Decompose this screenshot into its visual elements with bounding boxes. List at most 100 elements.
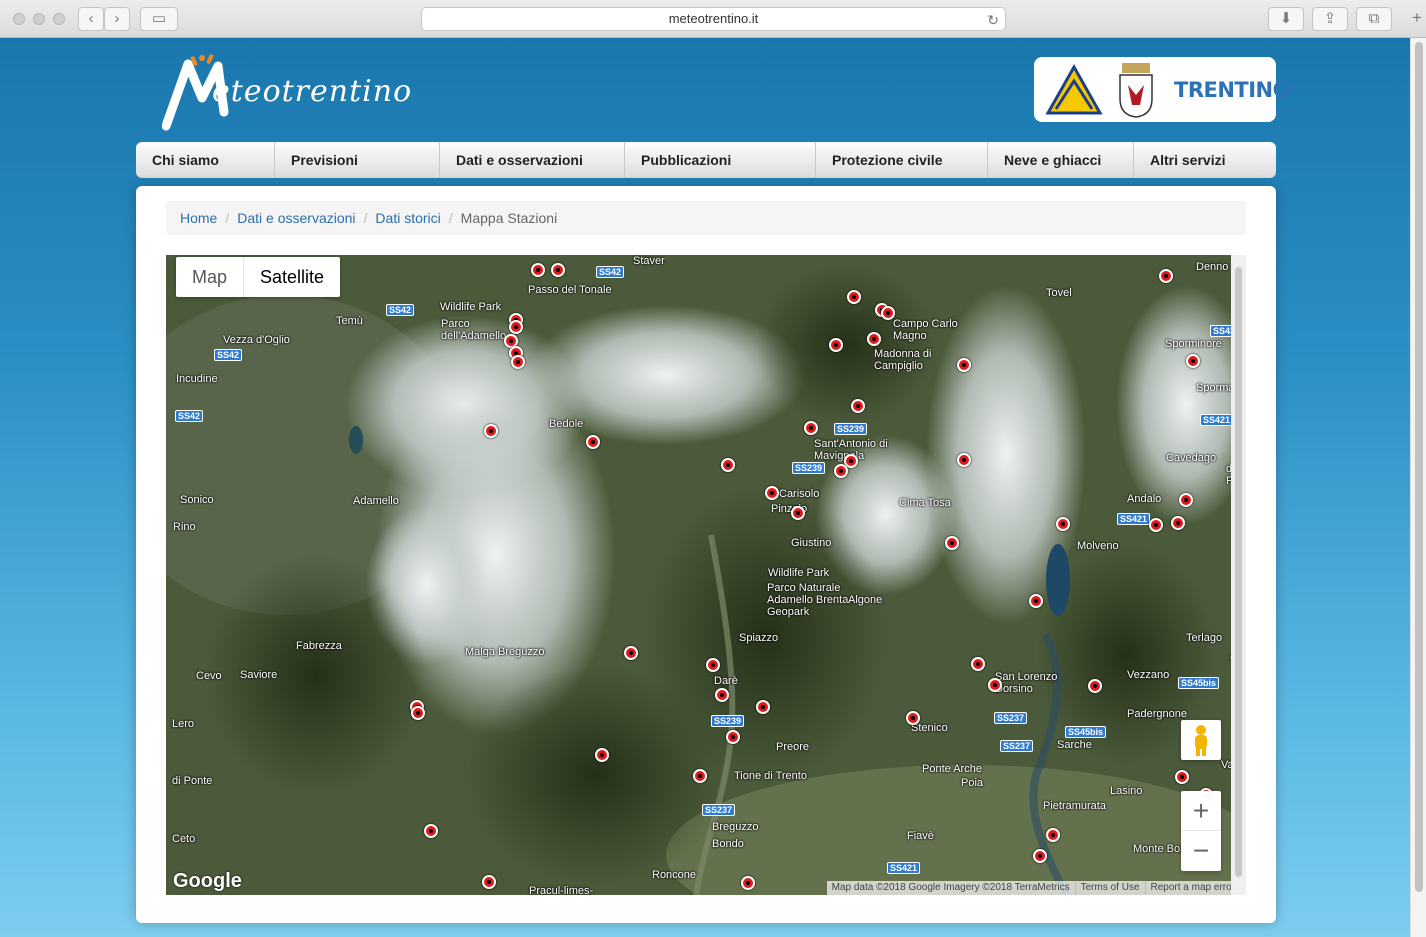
station-marker-dot <box>1180 775 1184 779</box>
station-marker[interactable] <box>957 358 971 372</box>
forward-button[interactable]: › <box>104 7 130 31</box>
zoom-window-button[interactable] <box>53 13 65 25</box>
station-marker[interactable] <box>411 706 425 720</box>
nav-pubblicazioni[interactable]: Pubblicazioni <box>625 142 816 178</box>
station-marker[interactable] <box>851 399 865 413</box>
station-marker-dot <box>556 268 560 272</box>
station-marker[interactable] <box>551 263 565 277</box>
station-marker[interactable] <box>624 646 638 660</box>
station-marker[interactable] <box>906 711 920 725</box>
nav-neve-e-ghiacci[interactable]: Neve e ghiacci <box>988 142 1134 178</box>
zoom-in-button[interactable]: + <box>1181 791 1221 831</box>
station-marker[interactable] <box>1175 770 1189 784</box>
station-marker[interactable] <box>756 700 770 714</box>
station-marker[interactable] <box>741 876 755 890</box>
station-marker-dot <box>487 880 491 884</box>
reload-icon[interactable]: ↻ <box>987 9 999 31</box>
station-marker[interactable] <box>834 464 848 478</box>
map-type-satellite-button[interactable]: Satellite <box>244 257 340 297</box>
back-button[interactable]: ‹ <box>78 7 104 31</box>
map-place-label: Cima Tosa <box>899 497 951 509</box>
station-marker[interactable] <box>706 658 720 672</box>
station-marker[interactable] <box>957 453 971 467</box>
terms-of-use-link[interactable]: Terms of Use <box>1076 881 1146 895</box>
trentino-logo-text[interactable]: TRENTINO <box>1174 78 1290 102</box>
station-marker-dot <box>886 311 890 315</box>
map-scrollbar-thumb[interactable] <box>1235 267 1242 877</box>
station-marker[interactable] <box>945 536 959 550</box>
new-tab-button[interactable]: + <box>1408 8 1426 38</box>
station-marker[interactable] <box>484 424 498 438</box>
zoom-out-button[interactable]: − <box>1181 831 1221 871</box>
map-scrollbar[interactable] <box>1231 255 1246 895</box>
stations-map[interactable]: Passo del Tonale Wildlife Park Parco dell'… <box>166 255 1246 895</box>
station-marker[interactable] <box>988 678 1002 692</box>
road-shield: SS239 <box>711 715 745 727</box>
sidebar-button[interactable]: ▭ <box>140 7 178 31</box>
meteotrentino-logo[interactable]: eteotrentino <box>162 52 432 132</box>
civil-protection-logo-icon[interactable] <box>1044 63 1104 119</box>
station-marker[interactable] <box>511 355 525 369</box>
station-marker[interactable] <box>1029 594 1043 608</box>
map-place-label: Poia <box>961 777 984 789</box>
station-marker[interactable] <box>1186 354 1200 368</box>
station-marker[interactable] <box>595 748 609 762</box>
station-marker[interactable] <box>721 458 735 472</box>
station-marker[interactable] <box>847 290 861 304</box>
station-marker[interactable] <box>1171 516 1185 530</box>
page-scrollbar-thumb[interactable] <box>1415 42 1423 892</box>
street-view-pegman[interactable] <box>1181 720 1221 760</box>
province-coat-of-arms-icon[interactable] <box>1116 61 1156 119</box>
station-marker[interactable] <box>791 506 805 520</box>
station-marker[interactable] <box>867 332 881 346</box>
station-marker[interactable] <box>424 824 438 838</box>
station-marker[interactable] <box>971 657 985 671</box>
download-icon: ⬇ <box>1279 10 1293 27</box>
nav-dati-e-osservazioni[interactable]: Dati e osservazioni <box>440 142 625 178</box>
station-marker-dot <box>976 662 980 666</box>
station-marker[interactable] <box>531 263 545 277</box>
address-bar[interactable]: meteotrentino.it ↻ <box>421 7 1006 31</box>
station-marker[interactable] <box>1056 517 1070 531</box>
station-marker[interactable] <box>715 688 729 702</box>
page-scrollbar[interactable] <box>1410 38 1426 937</box>
station-marker[interactable] <box>765 486 779 500</box>
station-marker[interactable] <box>726 730 740 744</box>
station-marker-dot <box>731 735 735 739</box>
close-window-button[interactable] <box>13 13 25 25</box>
station-marker[interactable] <box>693 769 707 783</box>
nav-altri-servizi[interactable]: Altri servizi <box>1134 142 1276 178</box>
station-marker[interactable] <box>1088 679 1102 693</box>
map-place-label: Lero <box>172 718 195 730</box>
nav-protezione-civile[interactable]: Protezione civile <box>816 142 988 178</box>
station-marker[interactable] <box>1033 849 1047 863</box>
station-marker[interactable] <box>1159 269 1173 283</box>
road-shield: SS421 <box>1117 513 1151 525</box>
station-marker[interactable] <box>586 435 600 449</box>
share-button[interactable]: ⇪ <box>1312 7 1348 31</box>
station-marker[interactable] <box>881 306 895 320</box>
station-marker[interactable] <box>829 338 843 352</box>
station-marker-dot <box>770 491 774 495</box>
downloads-button[interactable]: ⬇ <box>1268 7 1304 31</box>
station-marker[interactable] <box>1046 828 1060 842</box>
report-map-error-link[interactable]: Report a map error <box>1146 881 1240 895</box>
map-type-map-button[interactable]: Map <box>176 257 245 297</box>
breadcrumb-dati-storici[interactable]: Dati storici <box>375 210 440 226</box>
chevron-right-icon: › <box>114 10 120 27</box>
nav-previsioni[interactable]: Previsioni <box>275 142 440 178</box>
breadcrumb-dati-e-osservazioni[interactable]: Dati e osservazioni <box>237 210 355 226</box>
breadcrumb-home[interactable]: Home <box>180 210 217 226</box>
station-marker[interactable] <box>482 875 496 889</box>
station-marker[interactable] <box>1149 518 1163 532</box>
minimize-window-button[interactable] <box>33 13 45 25</box>
map-place-label: Ponte Arche <box>922 763 982 775</box>
map-place-label: Denno <box>1196 261 1229 273</box>
station-marker[interactable] <box>509 320 523 334</box>
map-place-label: Parco Naturale Adamello Brenta Geopark <box>767 582 849 618</box>
tabs-button[interactable]: ⧉ <box>1356 7 1392 31</box>
road-shield: SS421 <box>887 862 921 874</box>
nav-chi-siamo[interactable]: Chi siamo <box>136 142 275 178</box>
station-marker[interactable] <box>1179 493 1193 507</box>
station-marker[interactable] <box>804 421 818 435</box>
